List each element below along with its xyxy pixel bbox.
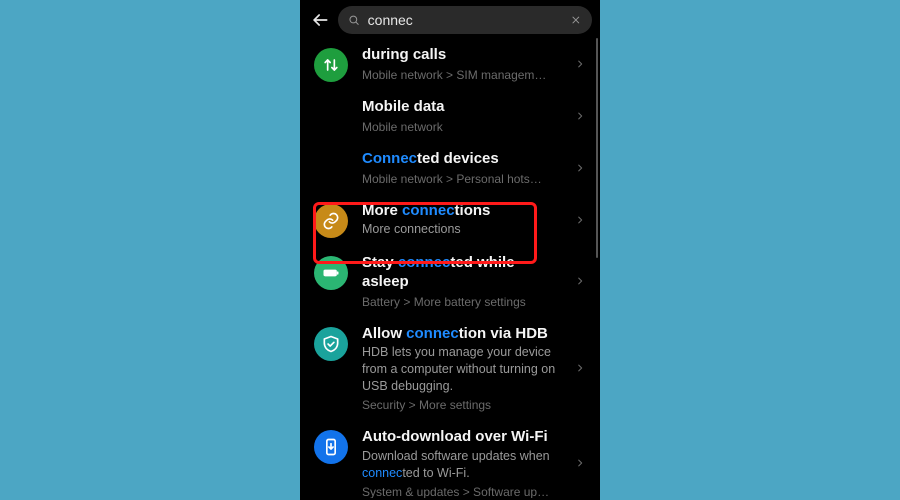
result-description: HDB lets you manage your device from a c… — [362, 344, 560, 395]
shield-check-icon — [314, 327, 348, 361]
search-bar — [300, 0, 600, 38]
chevron-right-icon — [572, 161, 588, 175]
result-path: Mobile network > Personal hots… — [362, 172, 560, 186]
chevron-right-icon — [572, 57, 588, 71]
text-column: Stay connected while asleep Battery > Mor… — [362, 254, 560, 309]
chevron-right-icon — [572, 274, 588, 288]
result-title: Allow connection via HDB — [362, 325, 560, 344]
icon-column — [312, 428, 350, 464]
result-title: Mobile data — [362, 98, 560, 117]
result-description: More connections — [362, 221, 560, 238]
link-icon — [314, 204, 348, 238]
text-column: Allow connection via HDBHDB lets you man… — [362, 325, 560, 412]
result-auto-download-wifi[interactable]: Auto-download over Wi-FiDownload softwar… — [300, 420, 600, 498]
text-column: Connected devices Mobile network > Person… — [362, 150, 560, 186]
phone-frame: during calls Mobile network > SIM managem… — [300, 0, 600, 500]
icon-column — [312, 46, 350, 82]
icon-column — [312, 325, 350, 361]
result-more-connections[interactable]: More connectionsMore connections — [300, 194, 600, 247]
search-icon — [348, 13, 360, 27]
result-title: during calls — [362, 46, 560, 65]
result-path: Mobile network > SIM managem… — [362, 68, 560, 82]
result-path: Mobile network — [362, 120, 560, 134]
text-column: Auto-download over Wi-FiDownload softwar… — [362, 428, 560, 498]
result-title: More connections — [362, 202, 560, 221]
results-list: during calls Mobile network > SIM managem… — [300, 38, 600, 498]
chevron-right-icon — [572, 361, 588, 375]
data-transfer-icon — [314, 48, 348, 82]
result-path: Security > More settings — [362, 398, 560, 412]
result-path: System & updates > Software up… — [362, 485, 560, 499]
back-button[interactable] — [308, 8, 332, 32]
back-arrow-icon — [310, 10, 330, 30]
result-title: Stay connected while asleep — [362, 254, 560, 292]
result-title: Auto-download over Wi-Fi — [362, 428, 560, 447]
result-description: Download software updates when connected… — [362, 448, 560, 482]
text-column: during calls Mobile network > SIM managem… — [362, 46, 560, 82]
result-title: Connected devices — [362, 150, 560, 169]
battery-icon — [314, 256, 348, 290]
phone-download-icon — [314, 430, 348, 464]
result-path: Battery > More battery settings — [362, 295, 560, 309]
icon-column — [312, 202, 350, 238]
result-connected-devices[interactable]: Connected devices Mobile network > Person… — [300, 142, 600, 194]
result-mobile-data[interactable]: Mobile data Mobile network — [300, 90, 600, 142]
clear-icon[interactable] — [570, 13, 582, 27]
text-column: Mobile data Mobile network — [362, 98, 560, 134]
chevron-right-icon — [572, 456, 588, 470]
icon-column — [312, 254, 350, 290]
chevron-right-icon — [572, 109, 588, 123]
result-during-calls[interactable]: during calls Mobile network > SIM managem… — [300, 38, 600, 90]
result-allow-hdb[interactable]: Allow connection via HDBHDB lets you man… — [300, 317, 600, 420]
text-column: More connectionsMore connections — [362, 202, 560, 239]
result-stay-connected[interactable]: Stay connected while asleep Battery > Mor… — [300, 246, 600, 317]
search-field[interactable] — [338, 6, 592, 34]
search-input[interactable] — [368, 12, 563, 28]
chevron-right-icon — [572, 213, 588, 227]
